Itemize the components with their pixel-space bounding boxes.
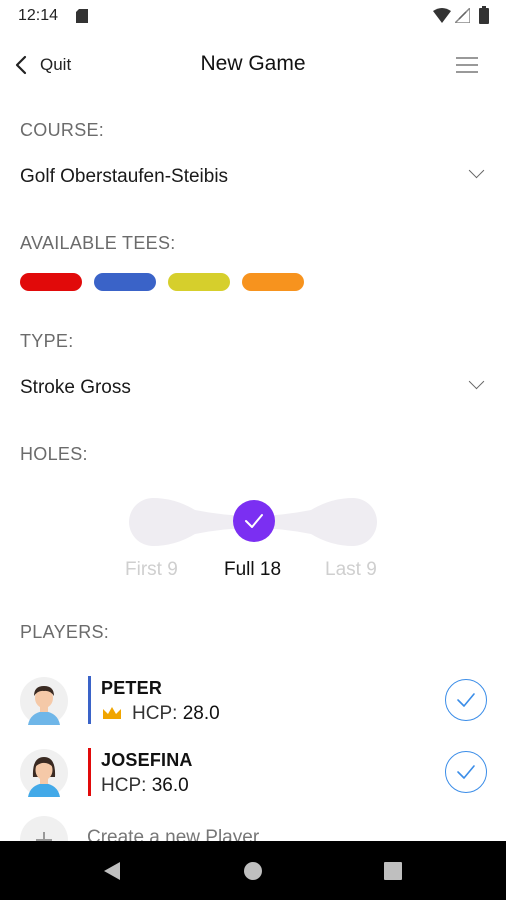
hcp-value: 28.0: [182, 703, 220, 724]
wifi-icon: [433, 8, 451, 23]
course-select[interactable]: Golf Oberstaufen-Steibis: [0, 155, 506, 199]
chevron-down-icon: [468, 162, 485, 179]
recents-icon[interactable]: [384, 862, 402, 880]
battery-icon: [479, 6, 489, 24]
avatar: [20, 749, 68, 797]
type-label: TYPE:: [20, 331, 74, 351]
sd-card-icon: [76, 9, 88, 23]
player-select-toggle[interactable]: [445, 679, 487, 721]
check-icon: [245, 514, 263, 528]
holes-option-last9[interactable]: Last 9: [325, 559, 377, 581]
holes-label: HOLES:: [20, 444, 88, 464]
crown-icon: [103, 707, 121, 719]
tees-label: AVAILABLE TEES:: [20, 233, 176, 253]
create-player-label: Create a new Player: [87, 827, 260, 841]
player-select-toggle[interactable]: [445, 751, 487, 793]
check-icon: [457, 765, 475, 779]
tee-yellow[interactable]: [168, 273, 230, 291]
hcp-label: HCP:: [132, 703, 178, 724]
hcp-label: HCP:: [101, 775, 147, 796]
course-value: Golf Oberstaufen-Steibis: [20, 166, 229, 187]
back-icon[interactable]: [102, 861, 122, 881]
player-name: PETER: [101, 678, 163, 698]
player-row[interactable]: PETER HCP: 28.0: [0, 670, 506, 732]
tee-blue[interactable]: [94, 273, 156, 291]
player-name: JOSEFINA: [101, 750, 193, 770]
holes-slider-knob[interactable]: [233, 500, 275, 542]
tee-color-bar: [88, 676, 91, 724]
type-value: Stroke Gross: [20, 377, 131, 398]
type-select[interactable]: Stroke Gross: [0, 366, 506, 410]
course-label: COURSE:: [20, 120, 105, 140]
tee-list: [20, 273, 304, 291]
status-bar: 12:14: [0, 0, 506, 32]
signal-icon: [455, 8, 470, 23]
tee-orange[interactable]: [242, 273, 304, 291]
create-player-row[interactable]: Create a new Player: [0, 814, 506, 841]
add-icon: [20, 816, 68, 841]
menu-icon[interactable]: [456, 57, 478, 73]
chevron-down-icon: [468, 373, 485, 390]
tee-red[interactable]: [20, 273, 82, 291]
avatar: [20, 677, 68, 725]
app-header: Quit New Game: [0, 40, 506, 90]
holes-option-first9[interactable]: First 9: [125, 559, 178, 581]
player-row[interactable]: JOSEFINA HCP: 36.0: [0, 742, 506, 804]
holes-option-full18[interactable]: Full 18: [224, 559, 281, 581]
home-icon[interactable]: [243, 861, 263, 881]
page-title: New Game: [200, 52, 306, 75]
tee-color-bar: [88, 748, 91, 796]
players-label: PLAYERS:: [20, 622, 110, 642]
hcp-value: 36.0: [151, 775, 189, 796]
check-icon: [457, 693, 475, 707]
status-time: 12:14: [18, 7, 59, 24]
system-navigation-bar: [0, 841, 506, 900]
